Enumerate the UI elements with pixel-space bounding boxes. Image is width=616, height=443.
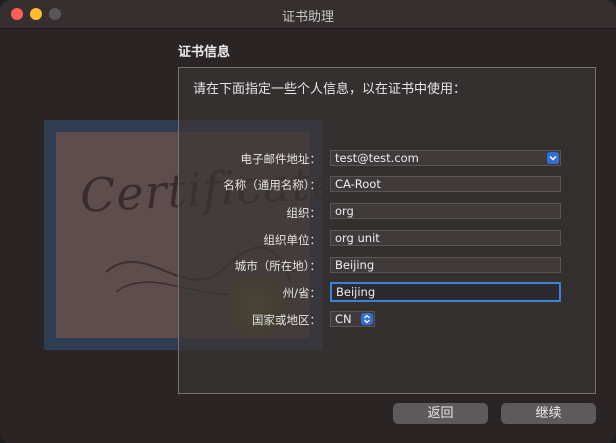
org-field[interactable]: org bbox=[330, 203, 561, 219]
email-combo-field[interactable]: test@test.com bbox=[330, 150, 561, 166]
org-unit-label: 组织单位： bbox=[263, 233, 322, 247]
section-title: 证书信息 bbox=[178, 45, 231, 60]
country-stepper-button[interactable] bbox=[361, 313, 373, 325]
name-field[interactable]: CA-Root bbox=[330, 176, 561, 192]
name-label: 名称（通用名称）： bbox=[223, 178, 321, 192]
back-button[interactable]: 返回 bbox=[393, 403, 488, 424]
certificate-assistant-window: 证书助理 Certificate 证书信息 请在下面指定一些个人信息，以在证书中… bbox=[0, 0, 616, 443]
state-label: 州/省： bbox=[282, 286, 321, 300]
up-down-chevron-icon bbox=[364, 314, 370, 324]
country-value: CN bbox=[335, 312, 352, 326]
country-select[interactable]: CN bbox=[330, 311, 375, 327]
org-label: 组织： bbox=[286, 206, 322, 220]
country-label: 国家或地区： bbox=[252, 313, 321, 327]
email-label: 电子邮件地址： bbox=[240, 152, 322, 166]
email-value: test@test.com bbox=[335, 151, 419, 165]
org-unit-field[interactable]: org unit bbox=[330, 230, 561, 246]
continue-button[interactable]: 继续 bbox=[501, 403, 596, 424]
chevron-down-icon bbox=[549, 155, 557, 161]
email-dropdown-button[interactable] bbox=[547, 152, 559, 164]
title-bar: 证书助理 bbox=[0, 0, 616, 29]
city-label: 城市（所在地）： bbox=[234, 259, 321, 273]
state-field[interactable]: Beijing bbox=[330, 282, 561, 302]
city-field[interactable]: Beijing bbox=[330, 257, 561, 273]
instructions-text: 请在下面指定一些个人信息，以在证书中使用： bbox=[193, 82, 467, 97]
window-title: 证书助理 bbox=[281, 10, 334, 25]
